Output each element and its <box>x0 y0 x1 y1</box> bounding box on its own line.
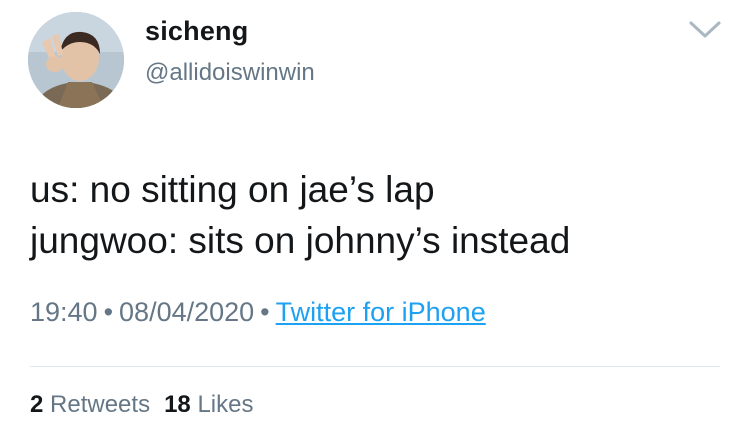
likes-stat[interactable]: 18 Likes <box>164 391 253 418</box>
engagement-stats: 2 Retweets 18 Likes <box>30 390 253 420</box>
retweets-stat[interactable]: 2 Retweets <box>30 391 150 418</box>
tweet-line: us: no sitting on jae’s lap <box>30 169 435 210</box>
tweet-text: us: no sitting on jae’s lap jungwoo: sit… <box>30 164 730 266</box>
likes-count: 18 <box>164 391 191 418</box>
divider <box>30 366 720 367</box>
likes-label: Likes <box>197 391 254 418</box>
tweet-line: jungwoo: sits on johnny’s instead <box>30 220 571 261</box>
separator-dot: • <box>260 297 270 327</box>
tweet-date: 08/04/2020 <box>119 297 255 327</box>
user-handle[interactable]: @allidoiswinwin <box>145 58 315 88</box>
display-name[interactable]: sicheng <box>145 14 248 48</box>
retweets-label: Retweets <box>50 391 151 418</box>
separator-dot: • <box>103 297 114 327</box>
source-link[interactable]: Twitter for iPhone <box>276 297 486 327</box>
avatar[interactable] <box>28 12 124 108</box>
retweets-count: 2 <box>30 391 44 418</box>
tweet-meta: 19:40 • 08/04/2020 • Twitter for iPhone <box>30 295 486 329</box>
chevron-down-icon[interactable] <box>684 16 726 42</box>
avatar-image <box>28 12 124 108</box>
tweet-time: 19:40 <box>30 297 98 327</box>
